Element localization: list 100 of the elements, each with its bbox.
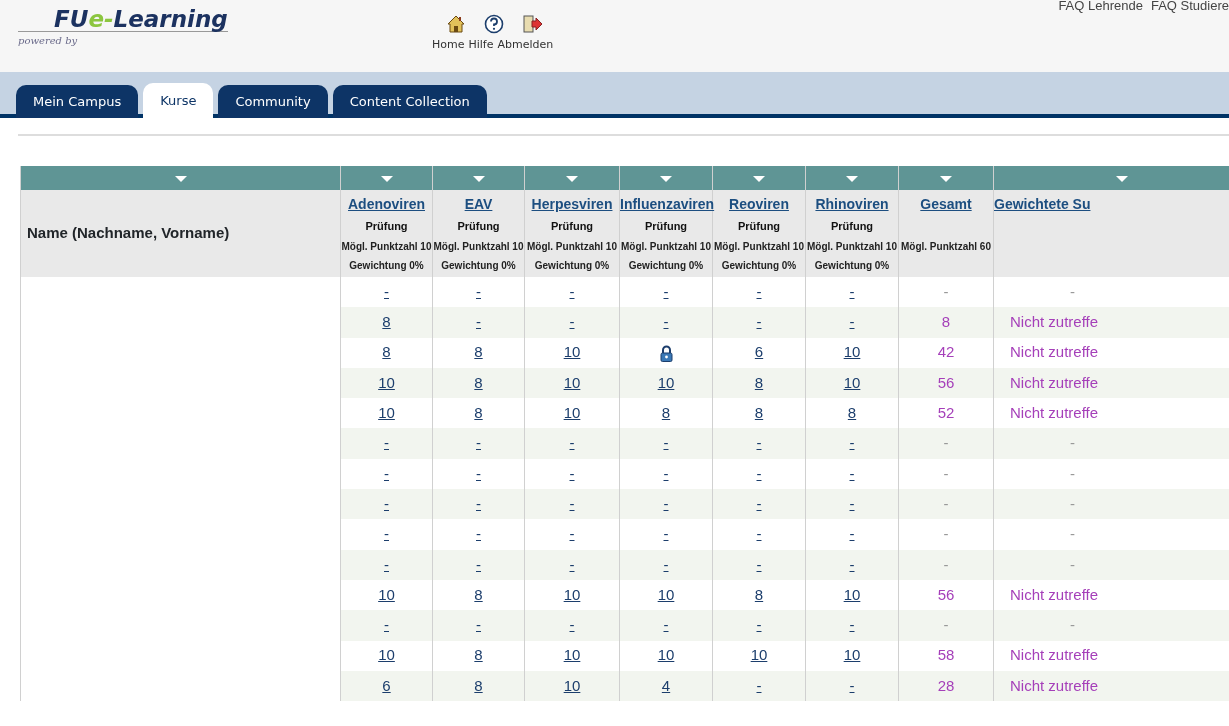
grade-link[interactable]: 10 — [657, 585, 675, 603]
column-header-link[interactable]: Rhinoviren — [815, 194, 889, 215]
column-header[interactable]: Name (Nachname, Vorname) — [27, 224, 230, 242]
grade-link[interactable]: - — [384, 464, 389, 482]
dropdown-arrow-icon[interactable] — [472, 175, 485, 182]
grade-link[interactable]: - — [384, 434, 389, 452]
grade-link[interactable]: 10 — [378, 646, 395, 664]
grade-link[interactable]: - — [849, 464, 855, 482]
grade-link[interactable]: - — [569, 464, 575, 482]
grade-link[interactable]: 10 — [563, 646, 581, 664]
grade-link[interactable]: 8 — [474, 585, 483, 603]
grade-link[interactable]: - — [756, 464, 762, 482]
grade-link[interactable]: 10 — [563, 373, 581, 391]
column-header-link[interactable]: Adenoviren — [348, 194, 425, 215]
grade-link[interactable]: 10 — [843, 343, 861, 361]
grade-link[interactable]: - — [663, 616, 669, 634]
grade-link[interactable]: - — [476, 313, 481, 331]
dropdown-arrow-icon[interactable] — [566, 175, 578, 182]
grade-link[interactable]: 8 — [474, 404, 483, 422]
grade-link[interactable]: 8 — [474, 676, 483, 694]
grade-link[interactable]: - — [756, 676, 762, 694]
dropdown-arrow-icon[interactable] — [174, 175, 187, 182]
grade-link[interactable]: - — [756, 313, 762, 331]
grade-link[interactable]: - — [384, 494, 389, 512]
help-link[interactable]: Hilfe — [468, 37, 494, 54]
grade-link[interactable]: 8 — [382, 313, 391, 331]
grade-link[interactable]: - — [663, 313, 669, 331]
grade-link[interactable]: - — [569, 525, 575, 543]
grade-link[interactable]: 10 — [378, 404, 395, 422]
grade-link[interactable]: - — [476, 434, 481, 452]
faq-link[interactable]: FAQ Lehrende — [1058, 0, 1143, 16]
logout-link[interactable]: Abmelden — [497, 37, 554, 54]
tab[interactable]: Mein Campus — [16, 85, 139, 118]
dropdown-arrow-icon[interactable] — [660, 175, 672, 182]
help-icon[interactable] — [484, 14, 504, 34]
grade-link[interactable]: - — [756, 434, 762, 452]
grade-link[interactable]: - — [849, 616, 855, 634]
grade-link[interactable]: - — [384, 555, 389, 573]
grade-link[interactable]: 10 — [378, 585, 395, 603]
grade-link[interactable]: - — [569, 494, 575, 512]
grade-link[interactable]: 10 — [843, 585, 861, 603]
grade-link[interactable]: 8 — [754, 404, 764, 422]
grade-link[interactable]: - — [849, 313, 855, 331]
grade-link[interactable]: - — [849, 494, 855, 512]
grade-link[interactable]: 8 — [754, 373, 764, 391]
grade-link[interactable]: 10 — [750, 646, 768, 664]
grade-link[interactable]: - — [569, 434, 575, 452]
grade-link[interactable]: - — [849, 676, 855, 694]
column-header-link[interactable]: Reoviren — [729, 194, 789, 215]
grade-link[interactable]: - — [756, 616, 762, 634]
home-icon[interactable] — [446, 14, 466, 34]
grade-link[interactable]: 6 — [754, 343, 764, 361]
tab[interactable]: Content Collection — [332, 85, 487, 118]
grade-link[interactable]: - — [756, 282, 762, 300]
dropdown-arrow-icon[interactable] — [940, 175, 952, 182]
grade-link[interactable]: 10 — [563, 343, 581, 361]
dropdown-arrow-icon[interactable] — [846, 175, 858, 182]
column-header-link[interactable]: Gewichtete Su — [994, 194, 1091, 215]
column-header-link[interactable]: Herpesviren — [531, 194, 613, 215]
dropdown-arrow-icon[interactable] — [1116, 175, 1129, 182]
grade-link[interactable]: 10 — [563, 676, 581, 694]
grade-link[interactable]: 8 — [847, 404, 857, 422]
tab[interactable]: Community — [218, 85, 328, 118]
grade-link[interactable]: 10 — [563, 585, 581, 603]
grade-link[interactable]: 10 — [843, 373, 861, 391]
grade-link[interactable]: - — [663, 464, 669, 482]
grade-link[interactable]: 8 — [382, 343, 391, 361]
grade-link[interactable]: 8 — [474, 343, 483, 361]
grade-link[interactable]: - — [849, 434, 855, 452]
grade-link[interactable]: 10 — [843, 646, 861, 664]
faq-link[interactable]: FAQ Studiere — [1150, 0, 1229, 16]
grade-link[interactable]: - — [849, 282, 855, 300]
dropdown-arrow-icon[interactable] — [753, 175, 765, 182]
grade-link[interactable]: - — [476, 525, 481, 543]
padlock-icon[interactable] — [659, 345, 673, 362]
grade-link[interactable]: 10 — [657, 373, 675, 391]
grade-link[interactable]: - — [849, 555, 855, 573]
grade-link[interactable]: - — [476, 494, 481, 512]
column-header-link[interactable]: EAV — [464, 194, 493, 215]
grade-link[interactable]: - — [569, 555, 575, 573]
grade-link[interactable]: 8 — [754, 585, 764, 603]
grade-link[interactable]: - — [756, 494, 762, 512]
grade-link[interactable]: - — [663, 494, 669, 512]
grade-link[interactable]: - — [476, 282, 481, 300]
grade-link[interactable]: - — [569, 282, 575, 300]
grade-link[interactable]: 10 — [563, 404, 581, 422]
grade-link[interactable]: - — [663, 555, 669, 573]
grade-link[interactable]: 10 — [378, 373, 395, 391]
grade-link[interactable]: 8 — [474, 373, 483, 391]
grade-link[interactable]: - — [663, 434, 669, 452]
grade-link[interactable]: 4 — [661, 676, 671, 694]
grade-link[interactable]: - — [663, 282, 669, 300]
grade-link[interactable]: - — [384, 282, 389, 300]
grade-link[interactable]: - — [663, 525, 669, 543]
grade-link[interactable]: - — [569, 313, 575, 331]
grade-link[interactable]: - — [384, 525, 389, 543]
grade-link[interactable]: - — [849, 525, 855, 543]
grade-link[interactable]: - — [384, 616, 389, 634]
exit-door-icon[interactable] — [522, 14, 544, 34]
home-link[interactable]: Home — [432, 37, 465, 54]
